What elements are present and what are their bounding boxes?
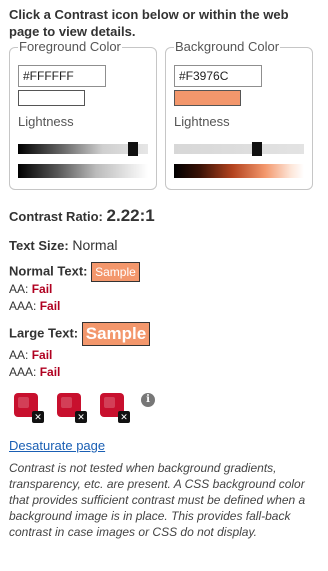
large-aaa-status: Fail [39, 365, 61, 379]
background-hex-input[interactable] [174, 65, 262, 87]
contrast-ratio: Contrast Ratio: 2.22:1 [9, 206, 155, 227]
background-lightness-label: Lightness [174, 114, 230, 129]
background-color-legend: Background Color [174, 39, 281, 55]
desaturate-page-link[interactable]: Desaturate page [9, 438, 105, 453]
normal-text-heading: Normal Text: Sample [9, 262, 140, 282]
large-aaa-label: AAA: [9, 365, 37, 379]
normal-aa-status: Fail [31, 282, 53, 296]
text-size-value: Normal [72, 237, 118, 253]
text-size-label: Text Size: [9, 238, 69, 253]
large-aa-result: AA: Fail [9, 348, 52, 363]
normal-aaa-label: AAA: [9, 299, 37, 313]
background-color-swatch [174, 90, 241, 106]
info-icon[interactable]: i [141, 393, 155, 407]
large-aa-status: Fail [31, 348, 53, 362]
background-color-panel: Background Color Lightness [165, 39, 313, 190]
normal-text-sample: Sample [91, 262, 140, 282]
foreground-lightness-label: Lightness [18, 114, 74, 129]
normal-aaa-result: AAA: Fail [9, 299, 60, 314]
foreground-color-panel: Foreground Color Lightness [9, 39, 157, 190]
normal-aaa-status: Fail [39, 299, 61, 313]
background-lightness-gradient [174, 164, 304, 178]
contrast-ratio-value: 2.22:1 [106, 206, 155, 225]
contrast-ratio-label: Contrast Ratio: [9, 209, 103, 224]
background-lightness-slider-thumb[interactable] [252, 142, 262, 156]
normal-aa-label: AA: [9, 282, 29, 296]
large-aa-label: AA: [9, 348, 29, 362]
large-text-heading: Large Text: Sample [9, 322, 151, 346]
instructions-text: Click a Contrast icon below or within th… [9, 7, 289, 39]
large-aaa-result: AAA: Fail [9, 365, 60, 380]
normal-aa-result: AA: Fail [9, 282, 52, 297]
large-text-label: Large Text: [9, 325, 79, 341]
foreground-color-swatch [18, 90, 85, 106]
background-lightness-slider[interactable] [174, 144, 304, 154]
contrast-error-icon[interactable]: ✕ [57, 393, 87, 423]
foreground-lightness-gradient [18, 164, 148, 178]
text-size: Text Size: Normal [9, 236, 117, 255]
foreground-hex-input[interactable] [18, 65, 106, 87]
contrast-error-icon[interactable]: ✕ [100, 393, 130, 423]
normal-text-label: Normal Text: [9, 263, 88, 279]
foreground-color-legend: Foreground Color [18, 39, 122, 55]
contrast-note: Contrast is not tested when background g… [9, 461, 306, 539]
contrast-error-icon[interactable]: ✕ [14, 393, 44, 423]
foreground-lightness-slider-thumb[interactable] [128, 142, 139, 156]
large-text-sample: Sample [81, 322, 151, 346]
